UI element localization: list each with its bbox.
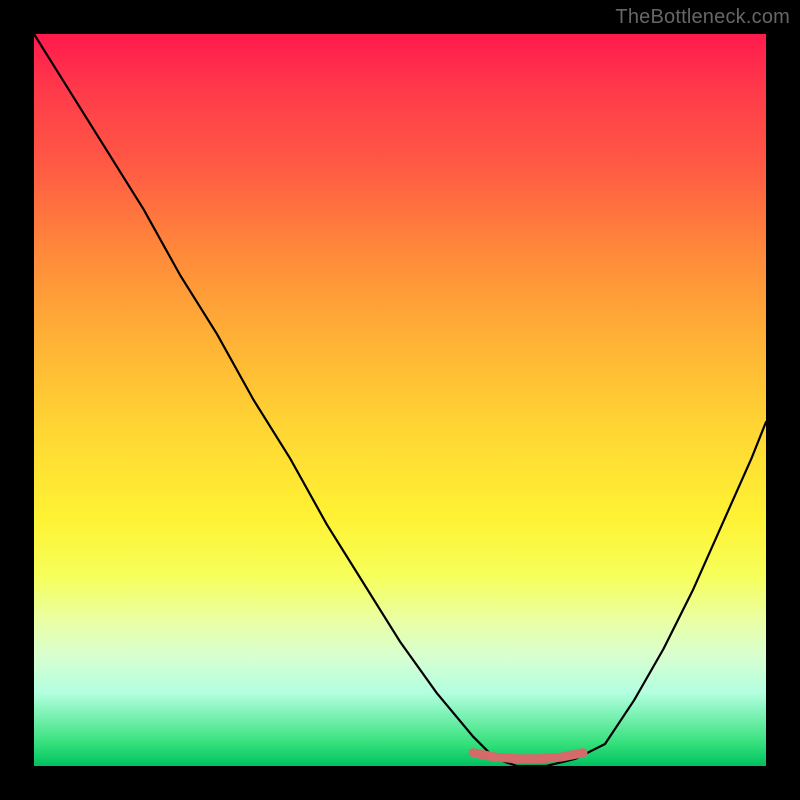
watermark-text: TheBottleneck.com (615, 6, 790, 29)
chart-frame: TheBottleneck.com (0, 0, 800, 800)
chart-plot-area (34, 34, 766, 766)
valley-marker (473, 753, 583, 759)
chart-svg (34, 34, 766, 766)
bottleneck-curve (34, 34, 766, 766)
